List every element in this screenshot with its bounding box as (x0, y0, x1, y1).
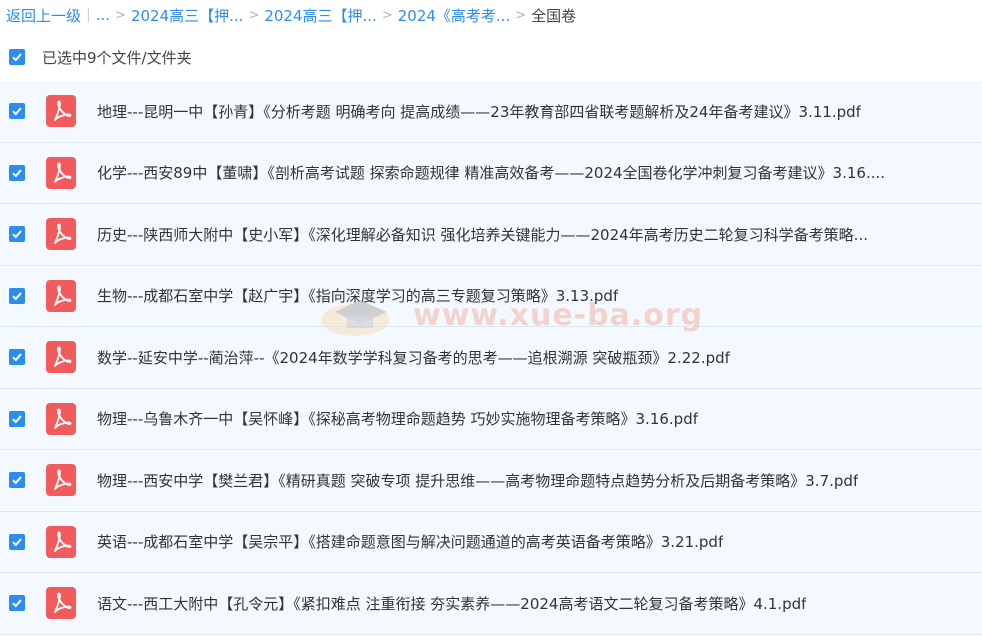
pdf-icon (46, 464, 76, 497)
file-name[interactable]: 地理---昆明一中【孙青】《分析考题 明确考向 提高成绩——23年教育部四省联考… (97, 101, 861, 122)
chevron-right-icon: > (381, 7, 393, 23)
file-checkbox[interactable] (9, 595, 25, 612)
file-name[interactable]: 历史---陕西师大附中【史小军】《深化理解必备知识 强化培养关键能力——2024… (97, 224, 868, 245)
breadcrumb-ellipsis[interactable]: ... (96, 6, 110, 24)
checkmark-icon (12, 292, 22, 301)
file-checkbox[interactable] (9, 103, 25, 120)
chevron-right-icon: > (515, 7, 527, 23)
file-row[interactable]: 语文---西工大附中【孔令元】《紧扣难点 注重衔接 夯实素养——2024高考语文… (0, 573, 982, 635)
back-link[interactable]: 返回上一级 (6, 5, 81, 26)
file-row[interactable]: 历史---陕西师大附中【史小军】《深化理解必备知识 强化培养关键能力——2024… (0, 204, 982, 266)
file-row[interactable]: 化学---西安89中【董啸】《剖析高考试题 探索命题规律 精准高效备考——202… (0, 142, 982, 204)
pdf-icon (46, 279, 76, 312)
file-name[interactable]: 数学--延安中学--蔺治萍--《2024年数学学科复习备考的思考——追根溯源 突… (97, 347, 730, 368)
file-list: 地理---昆明一中【孙青】《分析考题 明确考向 提高成绩——23年教育部四省联考… (0, 81, 982, 635)
pdf-icon (46, 95, 76, 128)
breadcrumb-item-1[interactable]: 2024高三【押... (131, 5, 243, 26)
file-row[interactable]: 物理---西安中学【樊兰君】《精研真题 突破专项 提升思维——高考物理命题特点趋… (0, 450, 982, 512)
checkmark-icon (12, 169, 22, 178)
file-row[interactable]: 英语---成都石室中学【吴宗平】《搭建命题意图与解决问题通道的高考英语备考策略》… (0, 511, 982, 573)
file-checkbox[interactable] (9, 349, 25, 366)
select-all-bar: 已选中9个文件/文件夹 (0, 42, 982, 72)
select-all-checkbox[interactable] (9, 49, 25, 65)
file-checkbox[interactable] (9, 410, 25, 427)
file-checkbox[interactable] (9, 472, 25, 489)
file-row[interactable]: 生物---成都石室中学【赵广宇】《指向深度学习的高三专题复习策略》3.13.pd… (0, 265, 982, 327)
file-name[interactable]: 英语---成都石室中学【吴宗平】《搭建命题意图与解决问题通道的高考英语备考策略》… (97, 531, 723, 552)
breadcrumb: 返回上一级 | ... > 2024高三【押... > 2024高三【押... … (0, 0, 982, 30)
pdf-icon (46, 156, 76, 189)
pdf-icon (46, 402, 76, 435)
pdf-icon (46, 525, 76, 558)
selection-count-label: 已选中9个文件/文件夹 (42, 48, 192, 67)
file-checkbox[interactable] (9, 533, 25, 550)
checkmark-icon (12, 107, 22, 116)
file-row[interactable]: 数学--延安中学--蔺治萍--《2024年数学学科复习备考的思考——追根溯源 突… (0, 327, 982, 389)
file-name[interactable]: 物理---乌鲁木齐一中【吴怀峰】《探秘高考物理命题趋势 巧妙实施物理备考策略》3… (97, 408, 698, 429)
breadcrumb-item-2[interactable]: 2024高三【押... (264, 5, 376, 26)
pdf-icon (46, 587, 76, 620)
checkmark-icon (12, 415, 22, 424)
checkmark-icon (12, 230, 22, 239)
file-name[interactable]: 语文---西工大附中【孔令元】《紧扣难点 注重衔接 夯实素养——2024高考语文… (97, 593, 806, 614)
file-row[interactable]: 地理---昆明一中【孙青】《分析考题 明确考向 提高成绩——23年教育部四省联考… (0, 81, 982, 143)
checkmark-icon (12, 476, 22, 485)
pdf-icon (46, 218, 76, 251)
breadcrumb-item-3[interactable]: 2024《高考考... (398, 5, 510, 26)
checkmark-icon (12, 599, 22, 608)
checkmark-icon (12, 353, 22, 362)
chevron-right-icon: > (248, 7, 260, 23)
pdf-icon (46, 341, 76, 374)
checkmark-icon (12, 53, 22, 62)
file-row[interactable]: 物理---乌鲁木齐一中【吴怀峰】《探秘高考物理命题趋势 巧妙实施物理备考策略》3… (0, 388, 982, 450)
file-checkbox[interactable] (9, 226, 25, 243)
chevron-right-icon: > (115, 7, 126, 23)
file-checkbox[interactable] (9, 287, 25, 304)
checkmark-icon (12, 538, 22, 547)
breadcrumb-current: 全国卷 (531, 6, 577, 25)
breadcrumb-divider: | (86, 7, 91, 23)
file-checkbox[interactable] (9, 164, 25, 181)
file-name[interactable]: 化学---西安89中【董啸】《剖析高考试题 探索命题规律 精准高效备考——202… (97, 162, 885, 183)
file-name[interactable]: 物理---西安中学【樊兰君】《精研真题 突破专项 提升思维——高考物理命题特点趋… (97, 470, 858, 491)
file-name[interactable]: 生物---成都石室中学【赵广宇】《指向深度学习的高三专题复习策略》3.13.pd… (97, 285, 618, 306)
